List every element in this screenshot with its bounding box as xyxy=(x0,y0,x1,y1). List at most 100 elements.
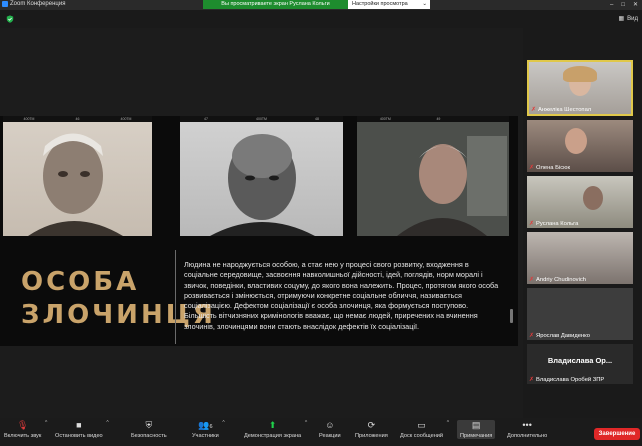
more-dots-icon: ••• xyxy=(522,420,532,430)
photo-bar-label: 47 xyxy=(204,117,208,121)
participant-hair xyxy=(563,66,597,82)
participant-name-text: Руслана Кольга xyxy=(536,220,579,227)
participant-face xyxy=(583,186,603,210)
toolbar-label: Доск сообщений xyxy=(400,433,444,439)
reactions-icon: ☺ xyxy=(325,420,335,430)
toolbar-label: Демонстрация экрана xyxy=(244,433,302,439)
caret-up-icon[interactable]: ^ xyxy=(305,420,307,426)
maximize-button[interactable]: □ xyxy=(621,0,625,10)
toolbar-label: Реакции xyxy=(319,433,341,439)
participant-name-text: Andriy Chudinovich xyxy=(536,276,586,283)
security-button[interactable]: ⛨ Безопасность xyxy=(131,420,167,439)
caret-up-icon[interactable]: ^ xyxy=(45,420,47,426)
participant-name-text: Ярослав Давиденко xyxy=(536,332,590,339)
photo-bar-label: 400TM xyxy=(256,117,267,121)
toolbar-label: Безопасность xyxy=(131,433,167,439)
participant-tile[interactable]: ✗ Andriy Chudinovich xyxy=(527,232,633,284)
portrait-figure xyxy=(210,134,315,236)
participant-name: ✗ Олена Бісюк xyxy=(529,164,570,172)
whiteboard-button[interactable]: ▭ Доск сообщений ^ xyxy=(400,420,449,439)
participant-name-text: Владислава Оробей ЗПР xyxy=(536,376,605,383)
view-label: Вид xyxy=(627,15,638,22)
caret-up-icon[interactable]: ^ xyxy=(106,420,108,426)
photo-bar: 47 400TM 48 xyxy=(180,116,343,122)
stop-video-button[interactable]: ■ Остановить видео ^ xyxy=(55,420,109,439)
apps-icon: ⟳ xyxy=(367,420,376,430)
participant-tile[interactable]: ✗ Ярослав Давиденко xyxy=(527,288,633,340)
participant-face xyxy=(565,128,587,154)
participants-icon: 👥6 xyxy=(198,420,213,430)
participant-name: ✗ Ярослав Давиденко xyxy=(529,332,590,340)
slide-scrollbar[interactable] xyxy=(510,309,513,323)
chevron-down-icon: ⌄ xyxy=(422,1,427,7)
apps-button[interactable]: ⟳ Приложения xyxy=(355,420,388,439)
mic-muted-icon: ✗ xyxy=(529,333,535,339)
photo-bar: 400TM 46 400TM xyxy=(3,116,152,122)
notes-icon: ▤ xyxy=(471,420,481,430)
app-title-text: Zoom Конференция xyxy=(10,1,66,7)
toolbar-label: Примечания xyxy=(460,433,493,439)
share-screen-icon: ⬆ xyxy=(268,420,277,430)
whiteboard-icon: ▭ xyxy=(417,420,426,430)
caret-up-icon[interactable]: ^ xyxy=(447,420,449,426)
participant-tile[interactable]: ✗ Руслана Кольга xyxy=(527,176,633,228)
video-camera-icon: ■ xyxy=(76,420,82,430)
share-screen-button[interactable]: ⬆ Демонстрация экрана ^ xyxy=(244,420,307,439)
mic-muted-icon: ✗ xyxy=(531,107,537,113)
window-title-bar: Zoom Конференция Вы просматриваете экран… xyxy=(0,0,642,10)
participant-placeholder-name: Владислава Ор... xyxy=(547,356,613,365)
toolbar-label: Участники xyxy=(192,433,219,439)
photo-bar-label: 49 xyxy=(436,117,441,121)
unmute-button[interactable]: 🎙 Включить звук ^ xyxy=(4,420,47,439)
minimize-button[interactable]: – xyxy=(610,0,613,10)
toolbar-label: Приложения xyxy=(355,433,388,439)
participants-count: 6 xyxy=(209,424,213,430)
mugshot-photo-3: 400TM 49 xyxy=(357,116,509,236)
photo-bar-label: 400TM xyxy=(379,117,391,121)
participant-name-text: Олена Бісюк xyxy=(536,164,570,171)
participant-name: ✗ Руслана Кольга xyxy=(529,220,579,228)
view-options-dropdown[interactable]: Настройки просмотра ⌄ xyxy=(348,0,430,9)
participant-name: ✗ Andriy Chudinovich xyxy=(529,276,586,284)
mugshot-photo-2: 47 400TM 48 xyxy=(180,116,343,236)
participant-tile[interactable]: ✗ Анжеліка Шестопал xyxy=(527,60,633,116)
mic-muted-icon: ✗ xyxy=(529,165,535,171)
mugshot-photo-1: 400TM 46 400TM xyxy=(3,116,152,236)
toolbar-label: Дополнительно xyxy=(507,433,548,439)
end-meeting-button[interactable]: Завершение xyxy=(594,428,640,440)
shield-icon: ⛨ xyxy=(145,420,153,430)
photo-bar-label: 400TM xyxy=(23,117,35,121)
photo-bar-label: 400TM xyxy=(120,117,132,121)
grid-view-icon: ▦ xyxy=(618,16,625,22)
toolbar-label: Остановить видео xyxy=(55,433,103,439)
toolbar-label: Включить звук xyxy=(4,433,42,439)
view-options-label: Настройки просмотра xyxy=(352,1,408,7)
participant-name: ✗ Анжеліка Шестопал xyxy=(531,106,592,114)
participant-name: ✗ Владислава Оробей ЗПР xyxy=(529,376,605,384)
presentation-slide: 400TM 46 400TM 47 400TM 48 400TM 49 ОСОБ… xyxy=(0,116,518,346)
slide-paragraph: Людина не народжується особою, а стає не… xyxy=(184,260,499,331)
mic-muted-icon: ✗ xyxy=(529,221,535,227)
participant-tile[interactable]: Владислава Ор... ✗ Владислава Оробей ЗПР xyxy=(527,344,633,384)
reactions-button[interactable]: ☺ Реакции xyxy=(319,420,341,439)
app-title: Zoom Конференция xyxy=(2,1,65,7)
notes-button[interactable]: ▤ Примечания xyxy=(457,420,496,439)
mic-muted-icon: ✗ xyxy=(529,277,535,283)
slide-divider xyxy=(175,250,176,344)
mic-muted-icon: ✗ xyxy=(529,377,535,383)
portrait-figure xyxy=(28,133,123,236)
more-button[interactable]: ••• Дополнительно xyxy=(507,420,547,439)
photo-bar: 400TM 49 xyxy=(357,116,509,122)
close-button[interactable]: ✕ xyxy=(633,0,638,10)
photo-bar-label: 48 xyxy=(315,117,319,121)
caret-up-icon[interactable]: ^ xyxy=(222,420,224,426)
portrait-figure xyxy=(357,122,509,236)
photo-bar-label: 46 xyxy=(75,117,80,121)
participants-button[interactable]: 👥6 Участники ^ xyxy=(192,420,225,439)
participant-name-text: Анжеліка Шестопал xyxy=(538,106,592,113)
view-button[interactable]: ▦ Вид xyxy=(618,15,638,23)
security-shield-icon[interactable] xyxy=(6,15,14,23)
viewing-share-banner: Вы просматриваете экран Руслана Кольги xyxy=(203,0,348,9)
participant-tile[interactable]: ✗ Олена Бісюк xyxy=(527,120,633,172)
window-controls: – □ ✕ xyxy=(610,0,642,10)
